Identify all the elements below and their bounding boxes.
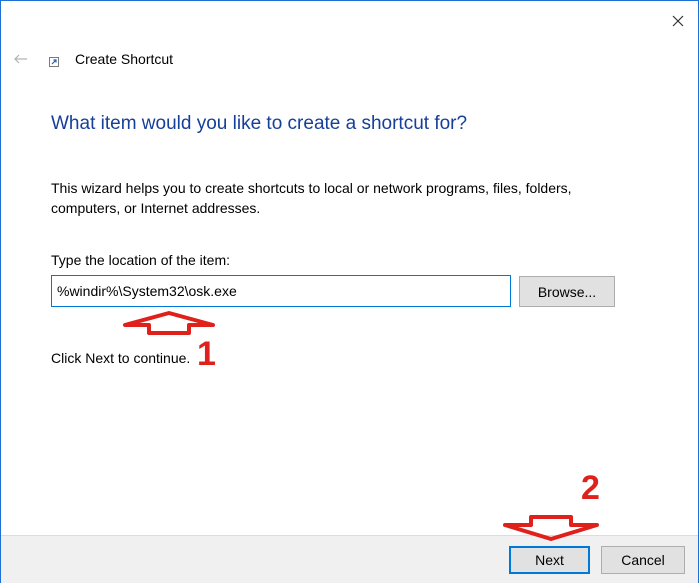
wizard-description: This wizard helps you to create shortcut…: [51, 180, 572, 216]
browse-button[interactable]: Browse...: [519, 276, 615, 307]
annotation-step-2: 2: [581, 469, 600, 507]
location-input[interactable]: [51, 275, 511, 307]
back-arrow-icon: [14, 54, 27, 64]
back-button[interactable]: [11, 51, 31, 67]
wizard-heading: What item would you like to create a sho…: [51, 113, 468, 134]
window-title: Create Shortcut: [75, 51, 174, 67]
location-label: Type the location of the item:: [51, 252, 230, 268]
continue-instruction: Click Next to continue.: [51, 350, 191, 366]
annotation-step-1: 1: [197, 335, 216, 373]
create-shortcut-dialog: Create Shortcut What item would you like…: [0, 0, 699, 583]
shortcut-icon: [49, 57, 59, 67]
next-button[interactable]: Next: [509, 546, 590, 574]
annotation-down-arrow-icon: [503, 515, 599, 541]
cancel-button[interactable]: Cancel: [601, 546, 685, 574]
close-button[interactable]: [664, 9, 692, 33]
annotation-up-arrow-icon: [123, 311, 215, 335]
close-icon: [672, 15, 684, 27]
